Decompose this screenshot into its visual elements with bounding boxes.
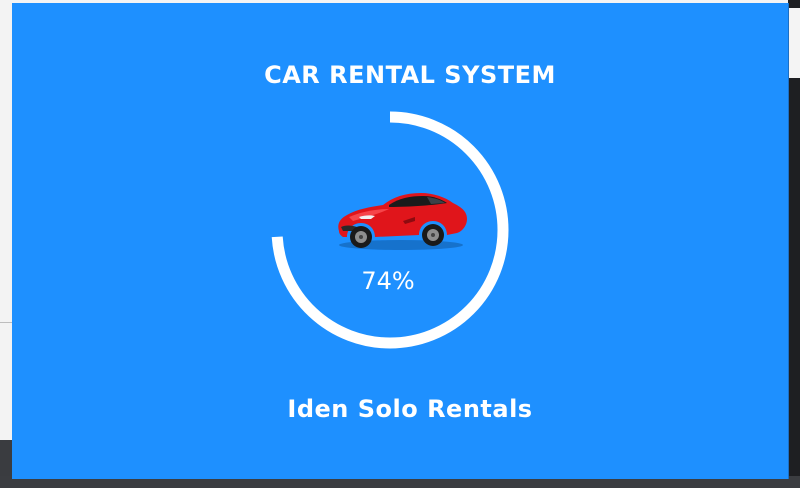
divider <box>0 322 12 323</box>
app-title: CAR RENTAL SYSTEM <box>264 61 556 89</box>
splash-screen: CAR RENTAL SYSTEM 74% Iden Solo Rentals <box>12 3 789 479</box>
company-name: Iden Solo Rentals <box>287 395 533 423</box>
background-window-left <box>0 0 12 440</box>
car-icon <box>338 193 467 250</box>
progress-percent: 74% <box>361 267 415 295</box>
